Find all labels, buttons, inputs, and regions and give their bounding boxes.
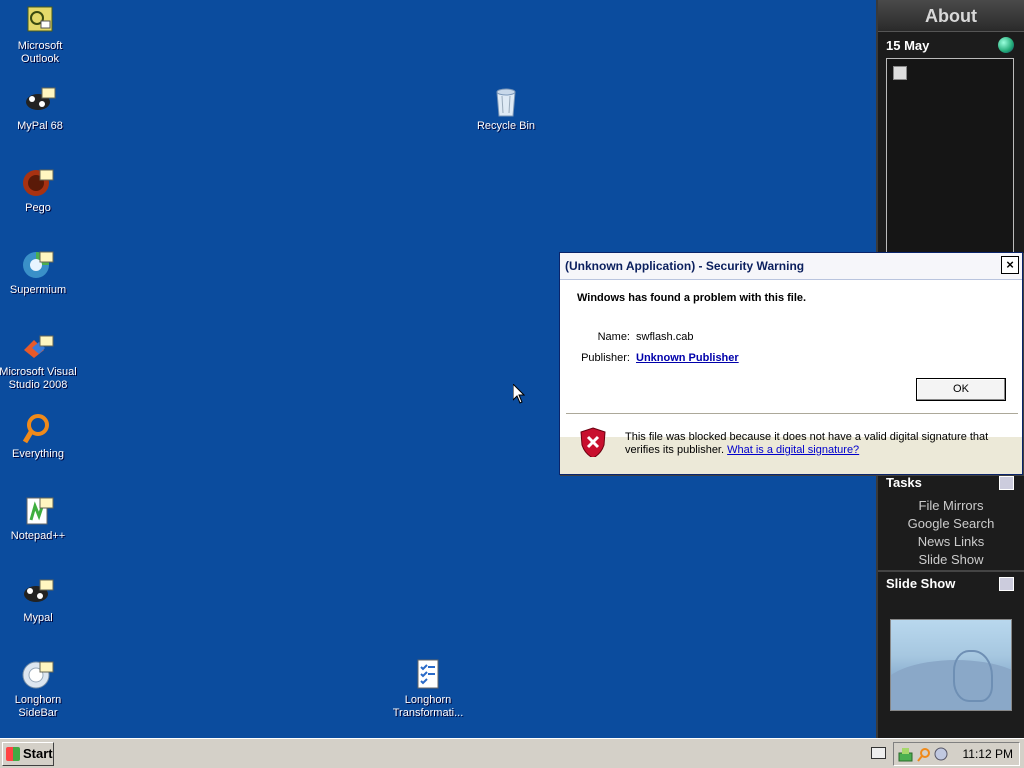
search-icon[interactable] [916,747,931,762]
security-warning-dialog: (Unknown Application) - Security Warning… [559,252,1023,475]
desktop-icon-longhorn-sidebar[interactable]: Longhorn SideBar [0,658,78,720]
slideshow-title: Slide Show [886,576,956,591]
supermium-icon [21,248,55,282]
desktop-icon-label: Recycle Bin [476,120,536,132]
tasks-title: Tasks [886,475,922,490]
name-value: swflash.cab [636,331,694,343]
dialog-title-bar[interactable]: (Unknown Application) - Security Warning… [560,253,1022,280]
slideshow-header: Slide Show [878,572,1024,598]
taskbar: Start 11:12 PM [0,738,1024,768]
name-row: Name: swflash.cab [560,331,694,343]
tasks-settings-icon[interactable] [999,476,1014,490]
start-button[interactable]: Start [2,742,54,766]
desktop-icon-pego[interactable]: Pego [0,166,78,215]
globe-icon[interactable] [998,37,1014,53]
desktop-icon-longhorn-transformation[interactable]: Longhorn Transformati... [388,658,468,720]
desktop-icon-mypal-68[interactable]: MyPal 68 [0,84,80,133]
desktop-icon-label: Longhorn SideBar [14,694,62,719]
close-icon[interactable]: × [1001,256,1019,274]
system-tray: 11:12 PM [893,742,1020,766]
checklist-icon [411,658,445,692]
sidebar-date: 15 May [878,32,1024,56]
task-slide-show[interactable]: Slide Show [878,551,1024,569]
pego-icon [21,166,55,200]
publisher-row: Publisher: Unknown Publisher [560,352,739,364]
desktop-icon-label: MyPal 68 [17,120,63,132]
slideshow-settings-icon[interactable] [999,577,1014,591]
visual-studio-icon [21,330,55,364]
desktop-icon-notepad-plus-plus[interactable]: Notepad++ [0,494,78,543]
start-label: Start [23,746,53,761]
sidebar-app-icon [21,658,55,692]
mypal-icon [23,84,57,118]
dialog-separator [566,413,1018,415]
sidebar-about-button[interactable]: About [878,0,1024,32]
sidebar-date-label: 15 May [886,38,930,53]
dialog-body: Windows has found a problem with this fi… [560,280,1022,437]
mouse-cursor-icon [513,384,525,404]
desktop-icon-label: Longhorn Transformati... [392,694,464,719]
sidebar-notes-panel[interactable] [886,58,1014,253]
desktop-icon-label: Notepad++ [10,530,66,542]
desktop-icon-label: Microsoft Outlook [17,40,63,65]
network-icon[interactable] [898,747,913,762]
task-news-links[interactable]: News Links [878,533,1024,551]
shield-error-icon [580,427,606,457]
windows-flag-icon [6,747,20,761]
picture-icon [893,66,907,80]
recycle-bin-icon [489,84,523,118]
publisher-key: Publisher: [581,352,630,364]
desktop-icon-recycle-bin[interactable]: Recycle Bin [466,84,546,133]
ok-button[interactable]: OK [916,378,1006,401]
name-key: Name: [597,331,630,343]
sidebar-slideshow: Slide Show [878,570,1024,738]
mypal-icon [21,576,55,610]
dialog-footer-text: This file was blocked because it does no… [625,431,1005,457]
clock[interactable]: 11:12 PM [963,747,1013,761]
task-google-search[interactable]: Google Search [878,515,1024,533]
task-file-mirrors[interactable]: File Mirrors [878,497,1024,515]
keyboard-icon[interactable] [871,747,886,759]
dialog-warning-text: Windows has found a problem with this fi… [577,292,807,304]
volume-icon[interactable] [934,747,949,762]
dialog-title: (Unknown Application) - Security Warning [565,259,805,273]
notepad-plus-plus-icon [21,494,55,528]
desktop-icon-everything[interactable]: Everything [0,412,78,461]
desktop-icon-supermium[interactable]: Supermium [0,248,78,297]
everything-icon [21,412,55,446]
sidebar-tasks: Tasks File Mirrors Google Search News Li… [878,470,1024,568]
digital-signature-link[interactable]: What is a digital signature? [727,444,859,456]
desktop-icon-outlook[interactable]: Microsoft Outlook [0,4,80,66]
desktop-icon-label: Supermium [9,284,67,296]
desktop-icon-visual-studio[interactable]: Microsoft Visual Studio 2008 [0,330,78,392]
publisher-link[interactable]: Unknown Publisher [636,352,739,364]
desktop-icon-label: Everything [12,448,64,460]
outlook-icon [23,4,57,38]
slideshow-image[interactable] [890,619,1012,711]
desktop-icon-label: Mypal [23,612,53,624]
desktop-icon-mypal[interactable]: Mypal [0,576,78,625]
desktop-icon-label: Pego [25,202,51,214]
desktop-icon-label: Microsoft Visual Studio 2008 [0,366,77,391]
